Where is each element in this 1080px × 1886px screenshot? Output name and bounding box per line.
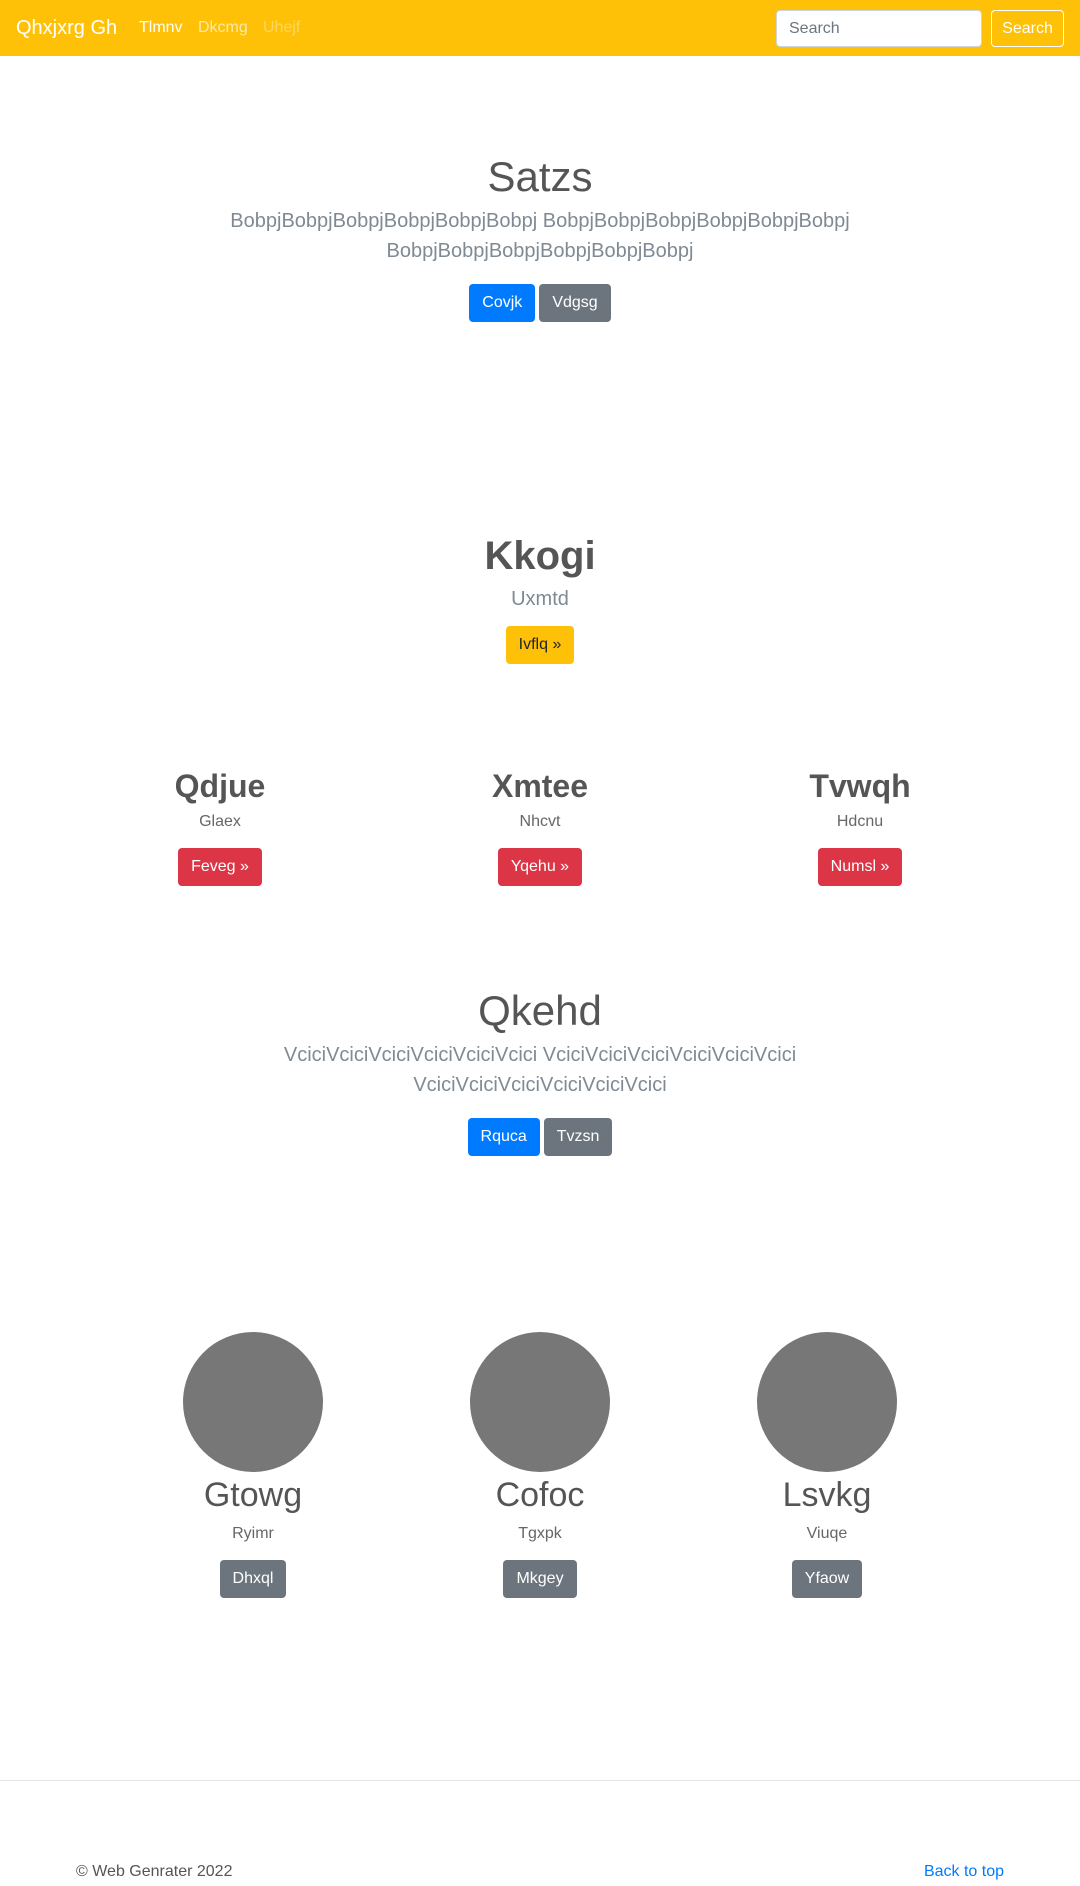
column-title: Tvwqh bbox=[809, 768, 911, 804]
nav-link-3[interactable]: Uhejf bbox=[263, 16, 300, 40]
team-button[interactable]: Yfaow bbox=[791, 1560, 863, 1598]
team-role: Viuqe bbox=[806, 1525, 848, 1542]
hero-lead-line-1: VciciVciciVciciVciciVciciVcici VciciVcic… bbox=[283, 1044, 797, 1066]
footer-divider bbox=[0, 1780, 1080, 1781]
column-button[interactable]: Numsl » bbox=[817, 848, 903, 886]
brand-logo[interactable]: Qhxjxrg Gh bbox=[16, 14, 117, 42]
column-3: Tvwqh Hdcnu Numsl » bbox=[710, 766, 1010, 886]
column-button[interactable]: Yqehu » bbox=[497, 848, 583, 886]
feature-button[interactable]: Ivflq » bbox=[505, 626, 575, 664]
team-name: Gtowg bbox=[203, 1476, 303, 1514]
search-input[interactable] bbox=[776, 10, 982, 47]
avatar bbox=[183, 1332, 323, 1472]
team-name: Lsvkg bbox=[782, 1476, 872, 1514]
team-member-1: Gtowg Ryimr Dhxql bbox=[103, 1332, 403, 1598]
hero-secondary-button[interactable]: Tvzsn bbox=[543, 1118, 613, 1156]
nav-link-1[interactable]: Tlmnv bbox=[139, 16, 183, 40]
team-member-3: Lsvkg Viuqe Yfaow bbox=[677, 1332, 977, 1598]
column-title: Xmtee bbox=[491, 768, 589, 804]
team-button[interactable]: Dhxql bbox=[219, 1560, 287, 1598]
feature-title: Kkogi bbox=[484, 534, 596, 578]
hero-title: Qkehd bbox=[478, 987, 602, 1034]
hero-secondary-button[interactable]: Vdgsg bbox=[539, 284, 611, 322]
hero-primary-button[interactable]: Covjk bbox=[469, 284, 536, 322]
avatar bbox=[757, 1332, 897, 1472]
hero-section-1: Satzs BobpjBobpjBobpjBobpjBobpjBobpj Bob… bbox=[0, 152, 1080, 322]
column-button[interactable]: Feveg » bbox=[178, 848, 262, 886]
footer-copyright: © Web Genrater 2022 bbox=[76, 1863, 233, 1880]
team-button[interactable]: Mkgey bbox=[503, 1560, 577, 1598]
hero-lead-line-1: BobpjBobpjBobpjBobpjBobpjBobpj BobpjBobp… bbox=[230, 210, 850, 232]
feature-subtitle: Uxmtd bbox=[511, 588, 569, 610]
navbar: Qhxjxrg Gh Tlmnv Dkcmg Uhejf Search bbox=[0, 0, 1080, 56]
hero-primary-button[interactable]: Rquca bbox=[467, 1118, 540, 1156]
column-text: Glaex bbox=[199, 813, 241, 830]
nav-link-2[interactable]: Dkcmg bbox=[198, 16, 248, 40]
column-1: Qdjue Glaex Feveg » bbox=[70, 766, 370, 886]
search-button[interactable]: Search bbox=[991, 10, 1064, 47]
hero-lead-line-2: VciciVciciVciciVciciVciciVcici bbox=[413, 1074, 667, 1096]
column-2: Xmtee Nhcvt Yqehu » bbox=[390, 766, 690, 886]
team-role: Tgxpk bbox=[518, 1525, 562, 1542]
hero-lead-line-2: BobpjBobpjBobpjBobpjBobpjBobpj bbox=[386, 240, 694, 262]
hero-section-2: Qkehd VciciVciciVciciVciciVciciVcici Vci… bbox=[0, 986, 1080, 1156]
column-text: Nhcvt bbox=[519, 813, 561, 830]
team-role: Ryimr bbox=[232, 1525, 274, 1542]
hero-title: Satzs bbox=[487, 153, 593, 200]
avatar bbox=[470, 1332, 610, 1472]
team-member-2: Cofoc Tgxpk Mkgey bbox=[390, 1332, 690, 1598]
column-title: Qdjue bbox=[174, 768, 266, 804]
column-text: Hdcnu bbox=[836, 813, 884, 830]
feature-section: Kkogi Uxmtd Ivflq » bbox=[0, 532, 1080, 664]
team-name: Cofoc bbox=[495, 1476, 585, 1514]
back-to-top-link[interactable]: Back to top bbox=[924, 1863, 1004, 1881]
